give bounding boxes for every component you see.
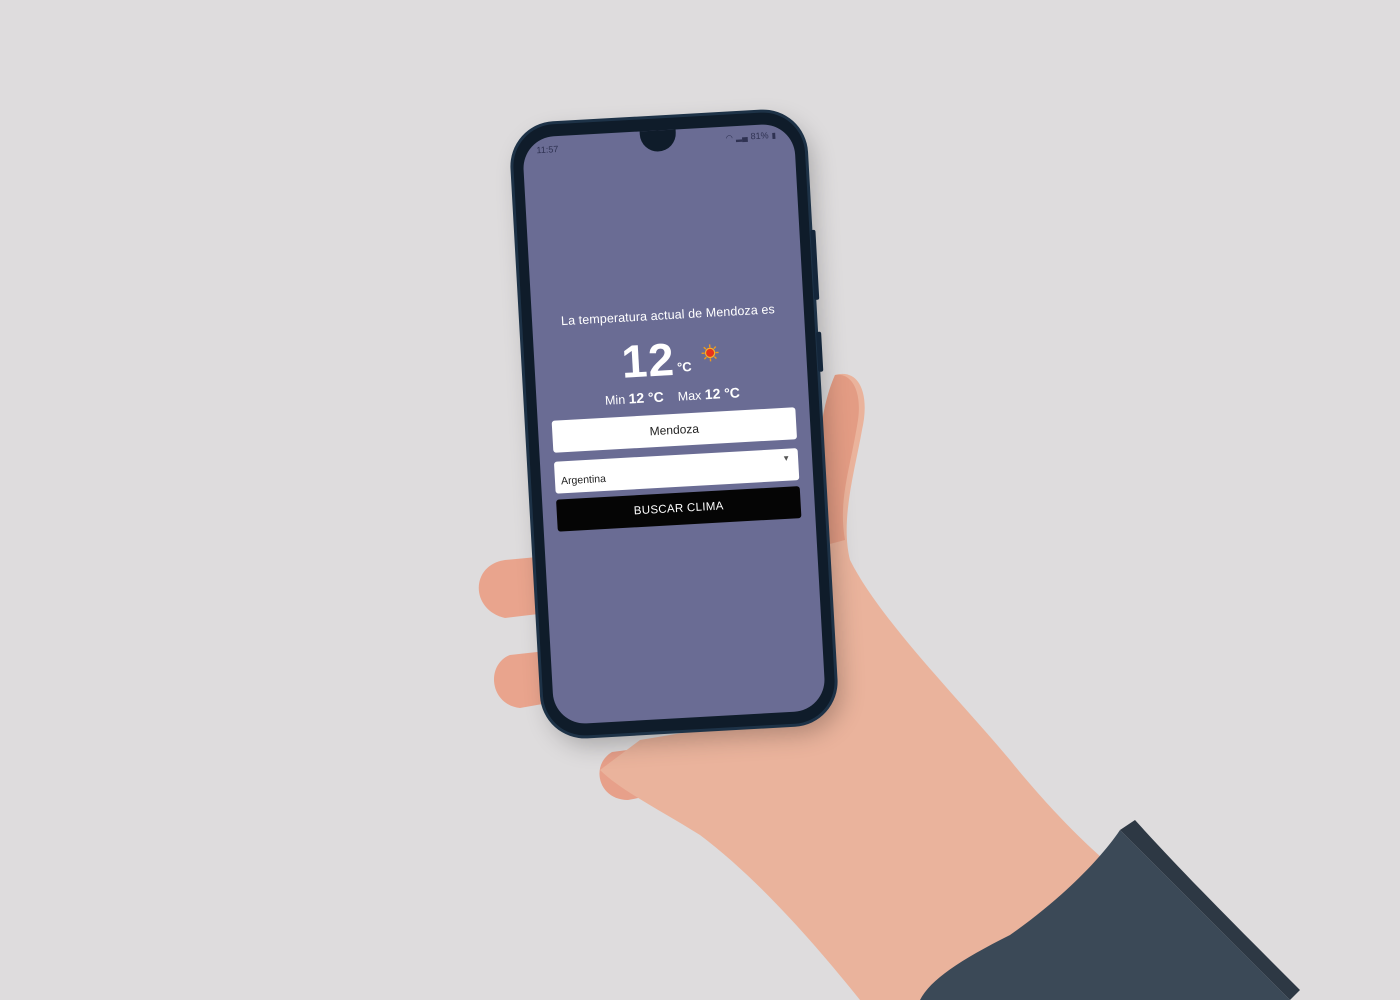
battery-level: 81%: [750, 130, 769, 142]
status-time: 11:57: [536, 144, 559, 156]
max-value: 12 °C: [704, 384, 741, 403]
search-weather-button[interactable]: BUSCAR CLIMA: [556, 486, 802, 532]
camera-notch: [639, 128, 677, 153]
min-temperature: Min 12 °C: [605, 389, 665, 408]
wifi-icon: ◠: [725, 132, 734, 143]
city-input[interactable]: Mendoza: [551, 407, 798, 453]
weather-panel: La temperatura actual de Mendoza es 12 °…: [532, 301, 816, 533]
sun-icon: [701, 344, 719, 362]
max-label: Max: [677, 388, 702, 404]
min-max-row: Min 12 °C Max 12 °C: [605, 384, 741, 408]
dropdown-arrow-icon[interactable]: ▼: [782, 453, 790, 462]
battery-icon: ▮: [771, 130, 777, 140]
temperature-unit: °C: [676, 358, 693, 375]
weather-heading: La temperatura actual de Mendoza es: [560, 302, 776, 329]
temperature-value: 12: [620, 332, 677, 388]
country-select[interactable]: Argentina ▼: [553, 448, 800, 494]
scene: 11:57 ◠ ▂▄ 81% ▮ La temperatura actual d…: [0, 0, 1400, 1000]
min-value: 12 °C: [628, 388, 665, 407]
phone-device: 11:57 ◠ ▂▄ 81% ▮ La temperatura actual d…: [511, 110, 837, 738]
app-screen: 11:57 ◠ ▂▄ 81% ▮ La temperatura actual d…: [521, 122, 827, 726]
signal-icon: ▂▄: [735, 131, 748, 142]
max-temperature: Max 12 °C: [677, 384, 740, 403]
min-label: Min: [604, 392, 626, 408]
temperature-display: 12 °C: [620, 332, 720, 388]
status-indicators: ◠ ▂▄ 81% ▮: [726, 130, 777, 143]
country-value: Argentina: [560, 472, 607, 488]
